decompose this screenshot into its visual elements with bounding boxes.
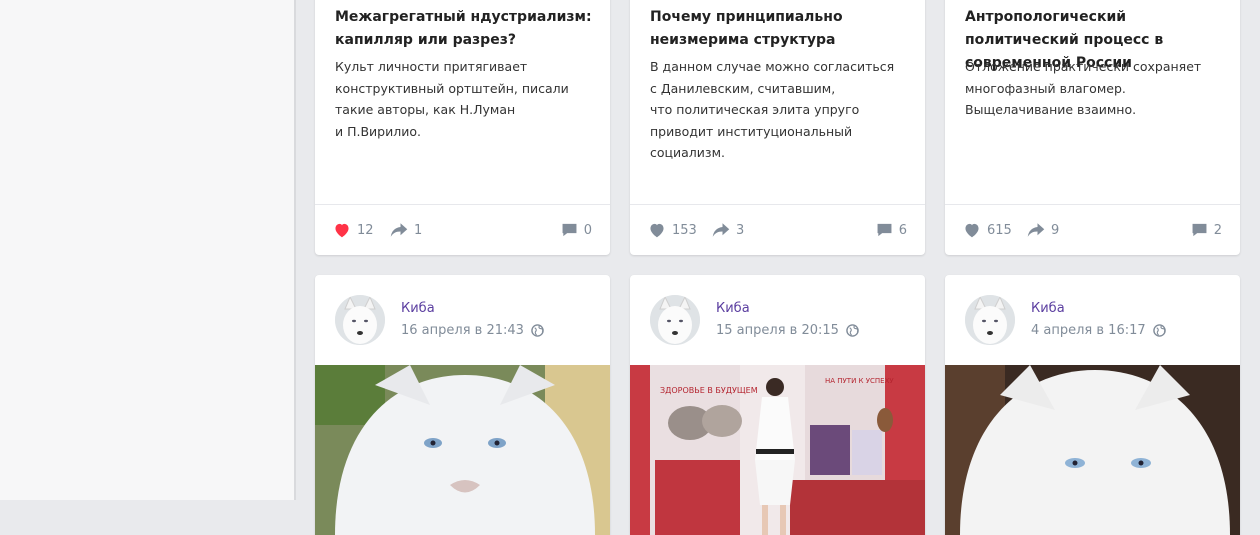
avatar[interactable] — [650, 295, 700, 345]
post-text: Культ личности притягивает конструктивны… — [335, 59, 569, 139]
share-count: 1 — [414, 222, 423, 238]
husky-photo — [945, 365, 1240, 535]
author-name-link[interactable]: Киба — [1031, 301, 1065, 316]
post-title[interactable]: Межагрегатный ндустриализм: капилляр или… — [335, 6, 600, 52]
share-arrow-icon — [390, 223, 408, 237]
comment-button[interactable]: 6 — [876, 221, 907, 239]
white-wolf-dog-avatar-icon — [650, 295, 700, 345]
post-date-text: 15 апреля в 20:15 — [716, 323, 839, 338]
white-wolf-dog-avatar-icon — [335, 295, 385, 345]
post-date-text: 4 апреля в 16:17 — [1031, 323, 1146, 338]
comment-icon — [877, 223, 892, 237]
like-button[interactable]: 12 — [333, 221, 374, 239]
share-count: 9 — [1051, 222, 1060, 238]
comment-count: 0 — [583, 222, 592, 238]
post-date[interactable]: 4 апреля в 16:17 — [1031, 323, 1166, 338]
share-button[interactable]: 1 — [390, 221, 422, 239]
comment-icon — [562, 223, 577, 237]
comment-button[interactable]: 2 — [1191, 221, 1222, 239]
husky-photo — [315, 365, 610, 535]
photo-post-card: Киба 4 апреля в 16:17 — [945, 275, 1240, 535]
post-date[interactable]: 15 апреля в 20:15 — [716, 323, 859, 338]
left-sidebar — [0, 0, 296, 500]
author-name-link[interactable]: Киба — [401, 301, 435, 316]
heart-icon — [965, 223, 979, 238]
like-count: 12 — [357, 222, 374, 238]
share-button[interactable]: 9 — [1027, 221, 1059, 239]
like-count: 615 — [987, 222, 1012, 238]
avatar[interactable] — [335, 295, 385, 345]
heart-filled-icon — [335, 223, 349, 238]
post-card: Межагрегатный ндустриализм: капилляр или… — [315, 0, 610, 255]
globe-icon — [531, 324, 544, 337]
post-title[interactable]: Почему принципиально неизмерима структур… — [650, 6, 915, 52]
post-photo[interactable] — [315, 365, 610, 535]
globe-icon — [1152, 324, 1166, 337]
banner-text-2: НА ПУТИ К УСПЕХУ — [825, 377, 894, 385]
dog-show-photo: ЗДОРОВЬЕ В БУДУЩЕМ НА ПУТИ К УСПЕХУ — [630, 365, 925, 535]
globe-icon — [846, 324, 859, 337]
author-name-link[interactable]: Киба — [716, 301, 750, 316]
heart-icon — [650, 223, 664, 238]
comment-icon — [1192, 223, 1207, 237]
share-count: 3 — [736, 222, 745, 238]
like-button[interactable]: 153 — [648, 221, 697, 239]
share-button[interactable]: 3 — [712, 221, 744, 239]
post-photo[interactable] — [945, 365, 1240, 535]
post-photo[interactable]: ЗДОРОВЬЕ В БУДУЩЕМ НА ПУТИ К УСПЕХУ — [630, 365, 925, 535]
post-text: В данном случае можно согласиться с Дани… — [650, 59, 895, 160]
white-wolf-dog-avatar-icon — [965, 295, 1015, 345]
banner-text-1: ЗДОРОВЬЕ В БУДУЩЕМ — [660, 386, 758, 395]
comment-count: 2 — [1213, 222, 1222, 238]
like-button[interactable]: 615 — [963, 221, 1012, 239]
comment-count: 6 — [898, 222, 907, 238]
post-date[interactable]: 16 апреля в 21:43 — [401, 323, 544, 338]
post-stats: 153 3 6 — [630, 204, 925, 255]
avatar[interactable] — [965, 295, 1015, 345]
comment-button[interactable]: 0 — [561, 221, 592, 239]
post-card: Антропологический политический процесс в… — [945, 0, 1240, 255]
post-date-text: 16 апреля в 21:43 — [401, 323, 524, 338]
share-arrow-icon — [712, 223, 730, 237]
post-card: Почему принципиально неизмерима структур… — [630, 0, 925, 255]
photo-post-card: Киба 15 апреля в 20:15 ЗДОРОВЬЕ В БУДУЩЕ… — [630, 275, 925, 535]
like-count: 153 — [672, 222, 697, 238]
post-text: Отложение практически сохраняет многофаз… — [965, 59, 1202, 117]
post-stats: 615 9 2 — [945, 204, 1240, 255]
photo-post-card: Киба 16 апреля в 21:43 — [315, 275, 610, 535]
share-arrow-icon — [1027, 223, 1045, 237]
post-stats: 12 1 0 — [315, 204, 610, 255]
